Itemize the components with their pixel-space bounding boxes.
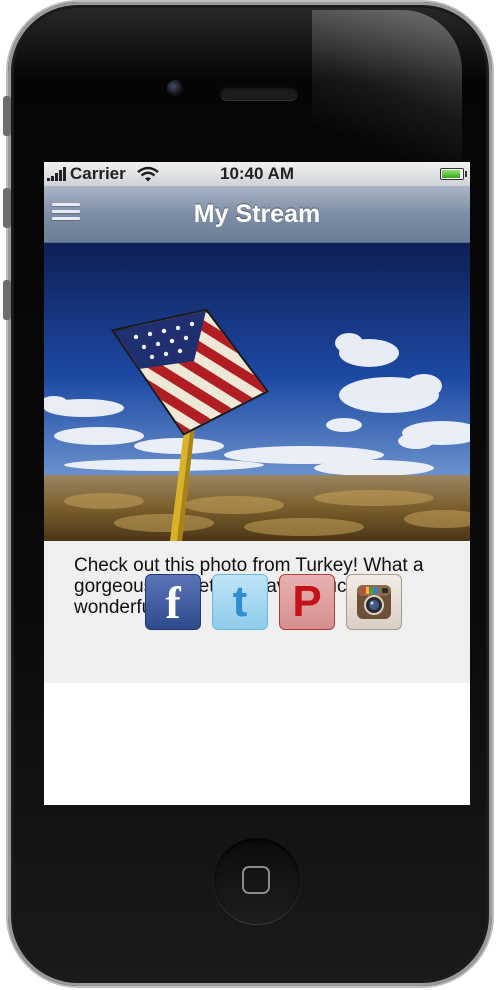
battery-level — [442, 170, 460, 178]
pinterest-share-button[interactable]: P — [279, 574, 335, 630]
volume-up-button — [3, 188, 11, 228]
earpiece-speaker — [220, 86, 298, 100]
pinterest-icon: P — [292, 577, 322, 626]
post-photo[interactable] — [44, 243, 470, 541]
home-square-icon — [242, 866, 270, 894]
twitter-share-button[interactable]: t — [212, 574, 268, 630]
road-sign-photo — [44, 243, 470, 541]
twitter-icon: t — [232, 577, 248, 626]
signal-icon — [47, 167, 66, 181]
front-camera — [167, 80, 183, 96]
page-title: My Stream — [193, 199, 321, 228]
app-screen: Carrier 10:40 AM My Stream Check out thi… — [44, 162, 470, 805]
share-buttons: f t P — [145, 574, 402, 630]
instagram-share-button[interactable] — [346, 574, 402, 630]
home-button[interactable] — [214, 838, 300, 924]
facebook-icon: f — [165, 576, 181, 628]
instagram-icon — [357, 585, 391, 619]
wifi-icon — [136, 166, 159, 182]
nav-bar: My Stream — [44, 186, 470, 243]
battery-icon — [440, 168, 467, 180]
status-bar: Carrier 10:40 AM — [44, 162, 470, 186]
menu-icon[interactable] — [52, 199, 80, 227]
silent-switch — [3, 96, 11, 136]
volume-down-button — [3, 280, 11, 320]
facebook-share-button[interactable]: f — [145, 574, 201, 630]
carrier-label: Carrier — [70, 164, 126, 183]
